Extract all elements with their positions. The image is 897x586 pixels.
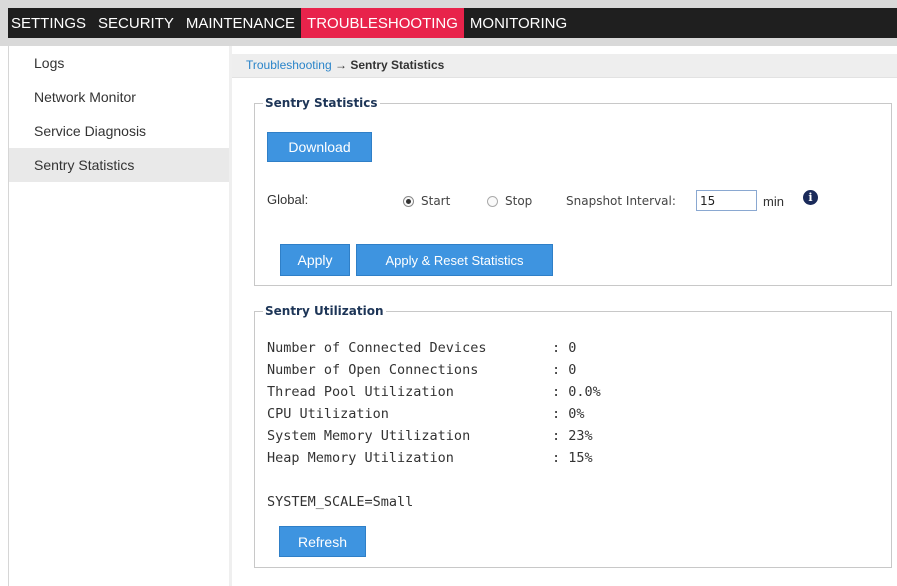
tab-monitoring[interactable]: MONITORING [464,8,573,38]
stop-radio-option[interactable]: Stop [487,194,532,208]
stat-label: CPU Utilization [267,406,389,422]
sentry-statistics-panel: Sentry Statistics Download Global: Start… [254,96,892,286]
sidebar-item-service-diagnosis[interactable]: Service Diagnosis [9,114,229,148]
panel-legend: Sentry Statistics [265,96,378,110]
stat-value: : 0 [552,362,577,378]
stat-row-connected-devices: Number of Connected Devices : 0 [267,340,576,356]
main-content: Troubleshooting → Sentry Statistics Sent… [232,46,897,586]
stop-radio-label: Stop [505,194,533,208]
snapshot-interval-input[interactable] [696,190,757,211]
stat-value: : 0% [552,406,585,422]
stat-row-system-memory: System Memory Utilization : 23% [267,428,593,444]
stop-radio[interactable] [487,195,498,207]
global-label: Global: [267,192,309,207]
nav-bar: SETTINGS SECURITY MAINTENANCE TROUBLESHO… [8,8,897,38]
tab-troubleshooting[interactable]: TROUBLESHOOTING [301,8,464,38]
sidebar-item-logs[interactable]: Logs [9,46,229,80]
stat-row-heap-memory: Heap Memory Utilization : 15% [267,450,593,466]
interval-unit-label: min [763,194,784,209]
stat-row-cpu: CPU Utilization : 0% [267,406,585,422]
stat-value: : 0.0% [552,384,601,400]
stat-label: Thread Pool Utilization [267,384,454,400]
sidebar: Logs Network Monitor Service Diagnosis S… [8,46,230,586]
breadcrumb-current: Sentry Statistics [350,58,445,72]
tab-security[interactable]: SECURITY [92,8,180,38]
apply-button[interactable]: Apply [280,244,350,276]
refresh-button[interactable]: Refresh [279,526,366,557]
stat-label: Number of Connected Devices [267,340,487,356]
stat-label: System Memory Utilization [267,428,471,444]
apply-reset-statistics-button[interactable]: Apply & Reset Statistics [356,244,553,276]
breadcrumb: Troubleshooting → Sentry Statistics [232,54,897,78]
sentry-utilization-panel: Sentry Utilization Number of Connected D… [254,304,892,568]
sidebar-item-sentry-statistics[interactable]: Sentry Statistics [9,148,229,182]
stat-value: : 23% [552,428,593,444]
stat-label: Number of Open Connections [267,362,479,378]
start-radio-label: Start [421,194,451,208]
snapshot-interval-label: Snapshot Interval: [566,194,676,208]
tab-settings[interactable]: SETTINGS [8,8,92,38]
breadcrumb-link[interactable]: Troubleshooting [246,58,332,72]
stat-value: : 0 [552,340,577,356]
stat-value: : 15% [552,450,593,466]
download-button[interactable]: Download [267,132,372,162]
breadcrumb-arrow: → [334,58,347,72]
tab-maintenance[interactable]: MAINTENANCE [180,8,301,38]
system-scale-text: SYSTEM_SCALE=Small [267,494,414,510]
top-navigation: SETTINGS SECURITY MAINTENANCE TROUBLESHO… [0,0,897,46]
stat-row-thread-pool: Thread Pool Utilization : 0.0% [267,384,601,400]
panel-legend: Sentry Utilization [265,304,384,318]
start-radio-option[interactable]: Start [403,194,450,208]
start-radio[interactable] [403,195,414,207]
stat-row-open-connections: Number of Open Connections : 0 [267,362,576,378]
stat-label: Heap Memory Utilization [267,450,454,466]
sidebar-item-network-monitor[interactable]: Network Monitor [9,80,229,114]
info-icon[interactable]: i [803,190,818,205]
